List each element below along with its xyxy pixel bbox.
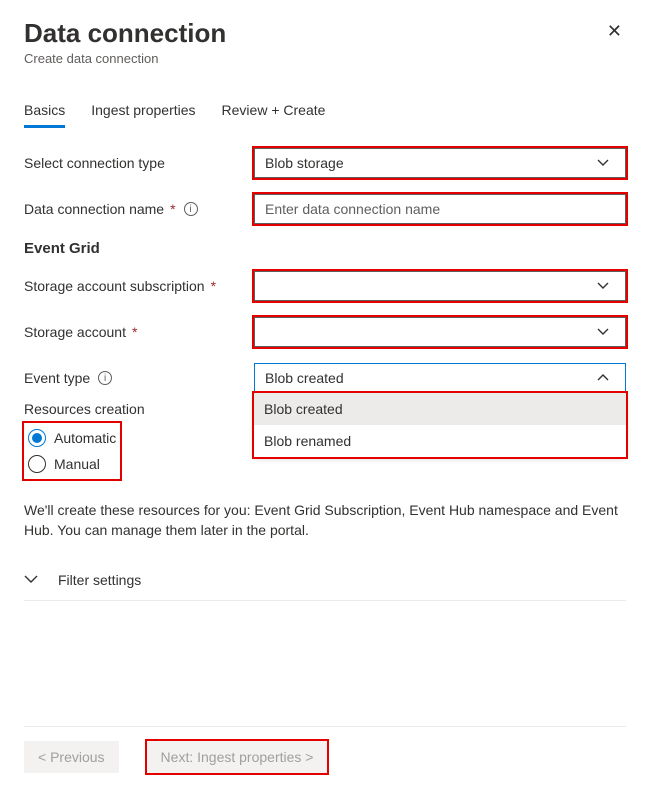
manual-radio[interactable] <box>28 455 46 473</box>
resources-creation-label: Resources creation <box>24 401 145 417</box>
close-icon[interactable]: ✕ <box>603 18 626 44</box>
tab-review-create[interactable]: Review + Create <box>222 96 326 128</box>
filter-settings-label: Filter settings <box>58 572 141 588</box>
resources-help-text: We'll create these resources for you: Ev… <box>24 501 626 540</box>
event-type-select[interactable]: Blob created <box>254 363 626 393</box>
required-indicator: * <box>132 324 137 340</box>
previous-button[interactable]: < Previous <box>24 741 119 773</box>
storage-subscription-select[interactable] <box>254 271 626 301</box>
manual-radio-label: Manual <box>54 456 100 472</box>
event-type-option-blob-renamed[interactable]: Blob renamed <box>254 425 626 457</box>
info-icon[interactable]: i <box>184 202 198 216</box>
required-indicator: * <box>170 201 175 217</box>
info-icon[interactable]: i <box>98 371 112 385</box>
event-grid-section-header: Event Grid <box>24 240 626 257</box>
filter-settings-toggle[interactable]: Filter settings <box>24 560 626 601</box>
connection-name-placeholder: Enter data connection name <box>265 201 440 217</box>
connection-name-label: Data connection name <box>24 201 164 217</box>
automatic-radio-label: Automatic <box>54 430 116 446</box>
storage-account-select[interactable] <box>254 317 626 347</box>
next-button[interactable]: Next: Ingest properties > <box>147 741 328 773</box>
chevron-down-icon <box>24 572 38 588</box>
event-type-label: Event type <box>24 370 90 386</box>
connection-type-value: Blob storage <box>265 155 344 171</box>
tab-ingest-properties[interactable]: Ingest properties <box>91 96 195 128</box>
tab-basics[interactable]: Basics <box>24 96 65 128</box>
event-type-option-blob-created[interactable]: Blob created <box>254 393 626 425</box>
connection-type-label: Select connection type <box>24 155 165 171</box>
event-type-dropdown-list: Blob created Blob renamed <box>254 393 626 457</box>
connection-type-select[interactable]: Blob storage <box>254 148 626 178</box>
connection-name-input[interactable]: Enter data connection name <box>254 194 626 224</box>
page-subtitle: Create data connection <box>24 51 226 66</box>
event-type-value: Blob created <box>265 370 344 386</box>
required-indicator: * <box>211 278 216 294</box>
tab-strip: Basics Ingest properties Review + Create <box>24 96 626 128</box>
automatic-radio[interactable] <box>28 429 46 447</box>
storage-subscription-label: Storage account subscription <box>24 278 205 294</box>
storage-account-label: Storage account <box>24 324 126 340</box>
page-title: Data connection <box>24 18 226 49</box>
